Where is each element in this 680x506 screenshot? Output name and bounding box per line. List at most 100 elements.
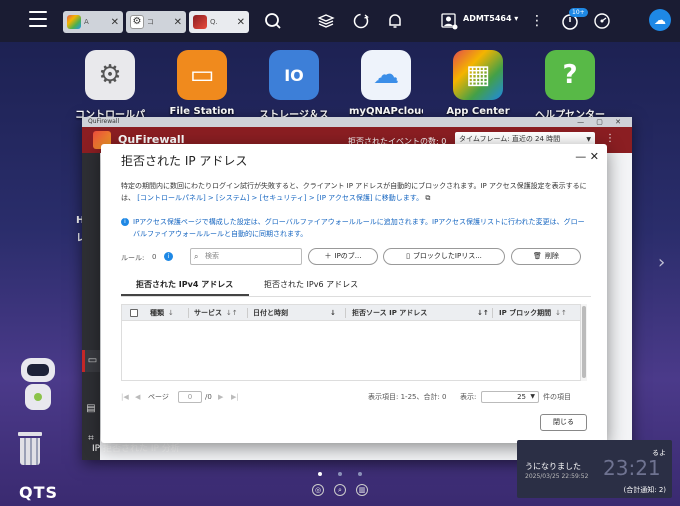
prev-page-icon[interactable]: ◀ <box>135 390 140 404</box>
tab-label: A <box>84 18 89 26</box>
per-page-select[interactable]: 25 ▼ <box>481 391 539 403</box>
notification-badge: 10+ <box>569 8 588 17</box>
first-page-icon[interactable]: |◀ <box>121 390 129 404</box>
column-divider[interactable] <box>247 308 248 318</box>
column-label: 種類 <box>150 309 164 317</box>
dialog-description: 特定の期間内に数回にわたりログイン試行が失敗すると、クライアント IP アドレス… <box>121 180 591 204</box>
info-icon[interactable]: i <box>164 252 173 261</box>
sidebar-item-label: 拒否された IP 分析 <box>102 444 180 454</box>
storage-icon: IO <box>269 50 319 100</box>
notification-date: 2025/03/25 22:59:52 <box>525 473 589 480</box>
ip-access-protection-link[interactable]: [コントロールパネル] > [システム] > [セキュリティ] > [IP アク… <box>137 194 423 202</box>
page-total: /0 <box>205 393 212 401</box>
grid-icon[interactable]: ▥ <box>356 484 368 496</box>
user-name[interactable]: ADMT5464 ▾ <box>463 14 518 23</box>
delete-button[interactable]: 🗑 削除 <box>511 248 581 265</box>
button-label: 削除 <box>544 252 559 260</box>
desktop-app-control-panel[interactable]: ⚙ コントロールパ <box>73 50 147 121</box>
sort-icon[interactable]: ↓↑ <box>477 305 489 321</box>
tab-ipv6[interactable]: 拒否された IPv6 アドレス <box>264 279 358 290</box>
sort-icon: ↓↑ <box>555 309 567 317</box>
column-header-datetime[interactable]: 日付と時刻 <box>253 305 288 321</box>
next-page-icon[interactable]: ▶ <box>218 390 223 404</box>
search-icon: ⌕ <box>194 252 199 261</box>
desktop-app-myqnapcloud[interactable]: ☁ myQNAPcloud <box>349 50 423 117</box>
column-divider[interactable] <box>188 308 189 318</box>
last-page-icon[interactable]: ▶| <box>231 390 239 404</box>
search-icon[interactable] <box>264 12 282 30</box>
menu-icon[interactable] <box>29 11 47 27</box>
ip-icon: IP <box>92 444 101 454</box>
more-options-icon[interactable]: ⋮ <box>605 133 615 144</box>
dialog-title: 拒否された IP アドレス <box>121 154 248 168</box>
stack-icon[interactable] <box>317 12 335 30</box>
column-header-service[interactable]: サービス ↓↑ <box>194 305 238 321</box>
window-titlebar[interactable]: QuFirewall — ▢ ✕ <box>82 117 632 127</box>
column-label: サービス <box>194 309 222 317</box>
close-icon[interactable]: ✕ <box>111 17 119 28</box>
timeframe-value: タイムフレーム: 直近の 24 時間 <box>459 135 561 143</box>
denied-ip-table: 種類 ↓ サービス ↓↑ 日付と時刻 ↓ 拒否ソース IP アドレス ↓↑ IP ブ… <box>121 304 581 381</box>
chevron-right-icon[interactable]: › <box>658 252 665 273</box>
sort-down-icon[interactable]: ↓ <box>330 305 336 321</box>
gauge-icon[interactable] <box>593 12 611 30</box>
sidebar-item-log[interactable]: ▤ <box>82 398 100 420</box>
grid-app-icon <box>67 15 81 29</box>
recycle-bin-icon[interactable] <box>18 432 42 466</box>
firewall-sidebar: ▭ ▤ ⌗ <box>82 153 100 460</box>
bottom-toolbar: ◎ ⌕ ▥ <box>312 484 368 498</box>
select-all-checkbox[interactable] <box>130 309 138 317</box>
view-icon[interactable]: ◎ <box>312 484 324 496</box>
cloud-icon[interactable]: ☁ <box>649 9 671 31</box>
add-ip-button[interactable]: ＋ IPのブ... <box>308 248 378 265</box>
blocked-ip-list-button[interactable]: ▯ ブロックしたIPリス... <box>383 248 505 265</box>
page-dot[interactable] <box>318 472 322 476</box>
column-divider[interactable] <box>345 308 346 318</box>
per-page-value: 25 <box>517 393 526 401</box>
per-page-label: 表示: <box>460 393 477 401</box>
close-button[interactable]: 閉じる <box>540 414 587 431</box>
task-tab-app-center[interactable]: A ✕ <box>63 11 123 33</box>
bell-icon[interactable] <box>386 12 404 30</box>
window-controls[interactable]: — ▢ ✕ <box>577 117 626 127</box>
sidebar-item-denied-ip[interactable]: ▭ <box>82 350 100 372</box>
robot-assistant-icon[interactable] <box>16 358 60 414</box>
column-label: IP ブロック期間 <box>499 309 552 317</box>
desktop-app-file-station[interactable]: ▭ File Station <box>165 50 239 117</box>
plus-icon: ＋ <box>324 252 332 260</box>
sync-icon[interactable] <box>352 12 370 30</box>
info-note: i IPアクセス保護ページで構成した設定は、グローバルファイアウォールルールに追… <box>121 216 591 240</box>
task-tab-qufirewall[interactable]: Q. ✕ <box>189 11 249 33</box>
tab-label: コ <box>147 18 154 26</box>
top-bar: A ✕ ⚙ コ ✕ Q. ✕ ADMT5464 ▾ ⋮ 10+ ☁ <box>0 0 680 42</box>
app-center-icon: ▦ <box>453 50 503 100</box>
page-input[interactable]: 0 <box>178 391 202 403</box>
page-dot[interactable] <box>358 472 362 476</box>
info-icon: i <box>121 218 129 226</box>
search-input[interactable]: ⌕ 検索 <box>190 248 302 265</box>
gear-icon: ⚙ <box>85 50 135 100</box>
column-label: 拒否ソース IP アドレス <box>352 309 428 317</box>
more-options-icon[interactable]: ⋮ <box>528 12 546 30</box>
notification-popup[interactable]: るよ 23:21 うになりました 2025/03/25 22:59:52 (合計… <box>517 440 672 498</box>
external-link-icon[interactable]: ⧉ <box>425 194 430 202</box>
desktop-app-help-center[interactable]: ? ヘルプセンター <box>533 50 607 121</box>
desktop-app-app-center[interactable]: ▦ App Center <box>441 50 515 117</box>
task-tab-control-panel[interactable]: ⚙ コ ✕ <box>126 11 186 33</box>
desktop-app-storage[interactable]: IO ストレージ＆ス <box>257 50 331 121</box>
tab-ipv4[interactable]: 拒否された IPv4 アドレス <box>136 279 233 290</box>
user-icon[interactable] <box>440 12 458 30</box>
page-dot[interactable] <box>338 472 342 476</box>
close-icon[interactable]: ✕ <box>237 17 245 28</box>
minimize-icon[interactable]: — <box>575 150 586 163</box>
column-header-type[interactable]: 種類 ↓ <box>150 305 174 321</box>
column-header-source-ip[interactable]: 拒否ソース IP アドレス <box>352 305 427 321</box>
close-icon[interactable]: ✕ <box>590 150 599 163</box>
column-header-block-duration[interactable]: IP ブロック期間 ↓↑ <box>499 305 567 321</box>
search-icon[interactable]: ⌕ <box>334 484 346 496</box>
qts-logo: QTS <box>19 483 59 502</box>
column-divider[interactable] <box>492 308 493 318</box>
scrollbar-thumb[interactable] <box>582 306 586 378</box>
close-icon[interactable]: ✕ <box>174 17 182 28</box>
denied-ip-dialog: 拒否された IP アドレス — ✕ 特定の期間内に数回にわたりログイン試行が失敗… <box>101 144 607 443</box>
